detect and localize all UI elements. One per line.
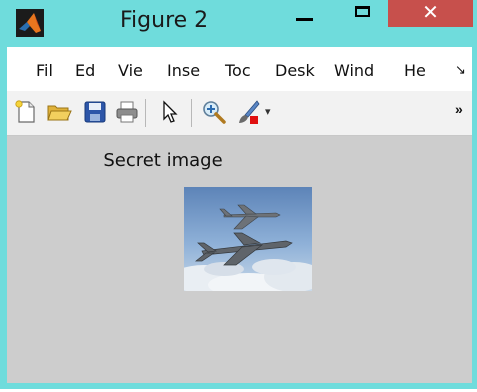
title-bar[interactable]: Figure 2 ✕ [0, 0, 477, 44]
toolbar-overflow-icon[interactable]: » [455, 101, 463, 117]
plot-title: Secret image [103, 150, 223, 171]
menu-help[interactable]: He [404, 61, 426, 80]
figure-toolbar: ▾ » [7, 91, 472, 136]
open-file-icon[interactable] [46, 99, 72, 125]
save-icon[interactable] [82, 99, 108, 125]
matlab-logo-icon [16, 9, 44, 37]
print-icon[interactable] [114, 99, 140, 125]
secret-image [184, 187, 312, 291]
zoom-in-icon[interactable] [201, 99, 227, 125]
new-figure-icon[interactable] [13, 99, 39, 125]
close-button[interactable]: ✕ [388, 0, 473, 27]
close-icon: ✕ [422, 0, 439, 24]
maximize-button[interactable] [345, 0, 389, 36]
minimize-icon [296, 18, 313, 21]
dropdown-arrow-icon[interactable]: ▾ [265, 105, 271, 118]
brush-icon[interactable] [235, 99, 261, 125]
figure-window: Figure 2 ✕ Fil Ed Vie Inse Toc Desk Wind… [0, 0, 477, 389]
menu-edit[interactable]: Ed [75, 61, 95, 80]
menu-overflow-icon[interactable]: ↘ [455, 63, 466, 78]
toolbar-separator [191, 99, 192, 127]
pointer-icon[interactable] [157, 99, 183, 125]
menu-window[interactable]: Wind [334, 61, 374, 80]
maximize-icon [355, 6, 370, 17]
menu-file[interactable]: Fil [36, 61, 53, 80]
toolbar-separator [145, 99, 146, 127]
menu-bar: Fil Ed Vie Inse Toc Desk Wind He ↘ [7, 47, 472, 91]
figure-canvas: Secret image [7, 136, 472, 383]
minimize-button[interactable] [284, 0, 328, 36]
menu-tools[interactable]: Toc [225, 61, 251, 80]
menu-desktop[interactable]: Desk [275, 61, 315, 80]
window-title: Figure 2 [120, 8, 209, 33]
menu-insert[interactable]: Inse [167, 61, 200, 80]
menu-view[interactable]: Vie [118, 61, 143, 80]
